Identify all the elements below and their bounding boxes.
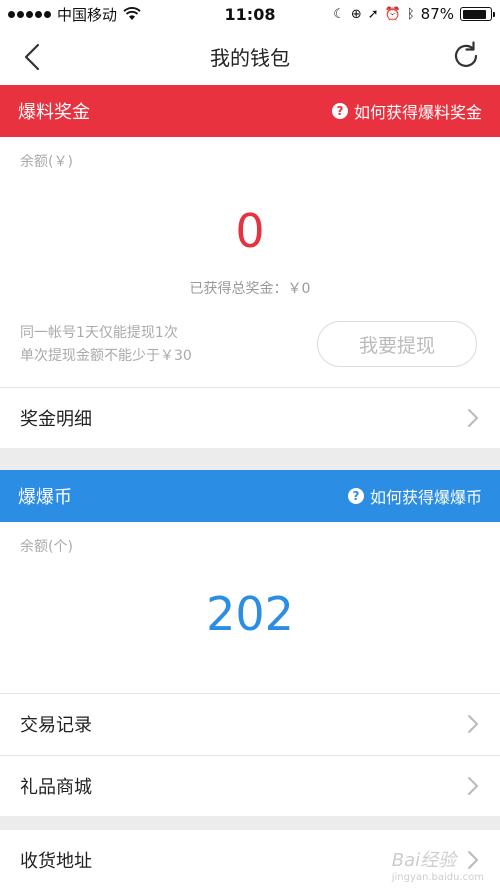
refresh-icon[interactable] — [450, 40, 482, 72]
bluetooth-icon: ᛒ — [406, 6, 415, 22]
coin-help-link[interactable]: ? 如何获得爆爆币 — [347, 484, 482, 508]
bonus-detail-row[interactable]: 奖金明细 — [0, 388, 500, 448]
battery-percent: 87% — [420, 5, 454, 23]
section-gap — [0, 816, 500, 830]
signal-icon — [8, 10, 51, 18]
carrier-label: 中国移动 — [57, 5, 118, 24]
status-right: ☾ ⊕ ➚ ⏰ ᛒ 87% — [333, 5, 495, 23]
back-icon[interactable] — [18, 42, 48, 72]
section-gap — [0, 448, 500, 470]
coin-help-text: 如何获得爆爆币 — [369, 488, 482, 507]
bonus-balance-label: 余额(￥) — [20, 154, 73, 170]
coin-section-header: 爆爆币 ? 如何获得爆爆币 — [0, 470, 500, 522]
nav-bar: 我的钱包 — [0, 28, 500, 85]
coin-section-title: 爆爆币 — [18, 487, 72, 508]
battery-fill — [462, 9, 486, 19]
chevron-right-icon — [468, 715, 478, 733]
baidu-watermark: Bai经验 jingyan.baidu.com — [392, 846, 484, 883]
question-icon: ? — [347, 488, 364, 504]
rotation-lock-icon: ⊕ — [350, 6, 362, 22]
bonus-help-link[interactable]: ? 如何获得爆料奖金 — [331, 99, 482, 123]
location-icon: ➚ — [367, 6, 379, 22]
bonus-section-header: 爆料奖金 ? 如何获得爆料奖金 — [0, 85, 500, 137]
coin-balance-label: 余额(个) — [20, 539, 73, 555]
withdraw-button[interactable]: 我要提现 — [317, 321, 477, 367]
watermark-text: Bai经验 — [391, 850, 457, 871]
total-earned: 已获得总奖金：￥0 — [189, 281, 311, 297]
watermark-sub: jingyan.baidu.com — [391, 872, 484, 883]
address-label: 收货地址 — [20, 851, 92, 872]
alarm-icon: ⏰ — [384, 6, 401, 22]
wifi-icon — [123, 7, 141, 20]
gift-mall-row[interactable]: 礼品商城 — [0, 756, 500, 816]
withdraw-note-1: 同一帐号1天仅能提现1次 — [20, 325, 178, 341]
moon-icon: ☾ — [333, 6, 345, 22]
gift-mall-label: 礼品商城 — [20, 777, 92, 798]
transactions-row[interactable]: 交易记录 — [0, 694, 500, 754]
chevron-right-icon — [468, 409, 478, 427]
question-icon: ? — [331, 103, 348, 119]
bonus-help-text: 如何获得爆料奖金 — [353, 103, 482, 122]
withdraw-notes: 同一帐号1天仅能提现1次 单次提现金额不能少于￥30 — [20, 322, 192, 368]
transactions-label: 交易记录 — [20, 715, 92, 736]
chevron-right-icon — [468, 777, 478, 795]
coin-balance-value: 202 — [206, 587, 294, 641]
withdraw-note-2: 单次提现金额不能少于￥30 — [20, 348, 192, 364]
bonus-balance-value: 0 — [235, 204, 265, 258]
status-bar: 中国移动 11:08 ☾ ⊕ ➚ ⏰ ᛒ 87% — [0, 0, 500, 28]
status-left: 中国移动 — [8, 4, 188, 25]
bonus-detail-label: 奖金明细 — [20, 409, 92, 430]
page-title: 我的钱包 — [210, 46, 290, 70]
bonus-section-title: 爆料奖金 — [18, 102, 90, 123]
battery-icon — [460, 7, 495, 21]
